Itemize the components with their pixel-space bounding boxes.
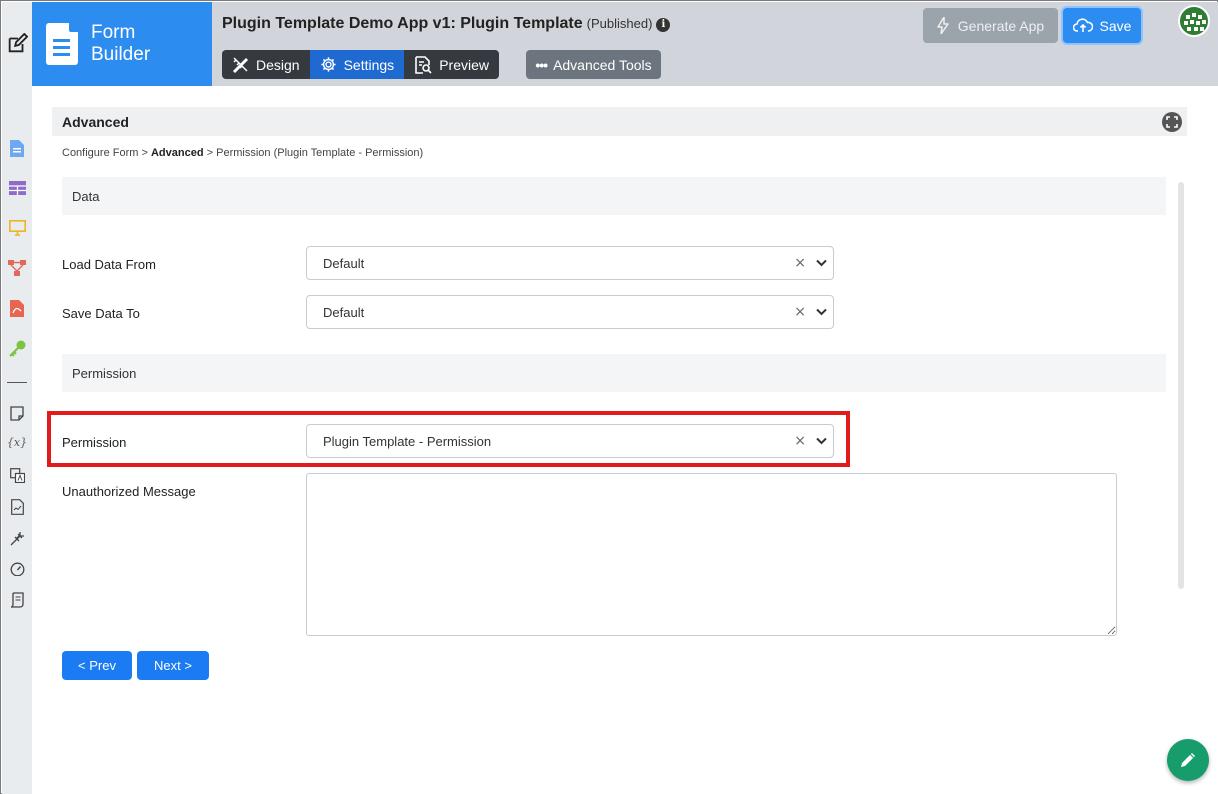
document-icon [46,23,78,65]
tab-design-label: Design [256,56,300,73]
variable-icon[interactable]: {x} [7,433,27,451]
breadcrumb-configure-form[interactable]: Configure Form [62,147,138,159]
chevron-down-icon[interactable] [816,259,827,267]
breadcrumb-permission: Permission (Plugin Template - Permission… [216,147,424,159]
report-icon[interactable] [8,498,26,516]
cloud-upload-icon [1072,18,1093,32]
form-icon[interactable] [8,139,26,157]
chevron-down-icon[interactable] [816,308,827,316]
app-title-text: Plugin Template Demo App v1: Plugin Temp… [222,15,583,32]
brand-line-1: Form [91,22,136,43]
note-icon[interactable] [8,404,26,422]
translate-icon[interactable] [8,466,26,484]
edit-fab-button[interactable] [1167,739,1209,781]
left-rail: {x} [2,2,32,794]
generate-app-label: Generate App [957,17,1045,34]
generate-app-button[interactable]: Generate App [923,8,1058,43]
tab-settings[interactable]: Settings [309,50,405,79]
unauthorized-message-label: Unauthorized Message [62,484,196,499]
pencil-icon [1181,753,1195,767]
app-window: {x} Form Builder Plugin Template Demo Ap… [0,0,1218,794]
more-dots-icon: ••• [535,56,548,73]
bolt-icon [937,17,949,34]
form-builder-brand: Form Builder [32,2,212,86]
advanced-tools-button[interactable]: ••• Advanced Tools [526,50,661,79]
process-icon[interactable] [8,259,26,277]
info-icon[interactable]: i [656,18,671,32]
breadcrumb-advanced[interactable]: Advanced [151,147,204,159]
tab-design[interactable]: Design [222,50,310,79]
permission-select[interactable]: Plugin Template - Permission × [306,424,834,458]
plugin-icon[interactable] [8,529,26,547]
permission-value: Plugin Template - Permission [323,434,492,449]
save-label: Save [1099,17,1132,34]
view-tabs: Design Settings Preview [222,50,499,79]
tab-settings-label: Settings [343,56,395,73]
performance-icon[interactable] [8,560,26,578]
key-icon[interactable] [8,339,26,357]
main-panel: Advanced Configure Form > Advanced > Per… [32,86,1218,794]
brand-line-2: Builder [91,44,151,65]
tab-preview-label: Preview [439,56,489,73]
tab-preview[interactable]: Preview [404,50,499,79]
ui-icon[interactable] [8,219,26,237]
advanced-tools-label: Advanced Tools [553,56,652,73]
panel-header: Advanced [52,107,1187,136]
save-data-to-select[interactable]: Default × [306,295,834,329]
unauthorized-message-textarea[interactable] [306,473,1117,636]
panel-title: Advanced [62,114,129,130]
breadcrumb: Configure Form > Advanced > Permission (… [62,147,423,159]
permission-label: Permission [62,435,127,450]
chevron-down-icon[interactable] [816,437,827,445]
load-data-from-label: Load Data From [62,257,156,272]
gear-icon [321,57,336,72]
load-data-from-value: Default [323,256,365,271]
save-data-to-label: Save Data To [62,306,140,321]
rail-divider [7,382,27,383]
fullscreen-icon[interactable] [1162,112,1182,132]
top-bar: Plugin Template Demo App v1: Plugin Temp… [212,2,1218,86]
clear-icon[interactable]: × [794,255,806,271]
save-button[interactable]: Save [1063,8,1141,43]
script-icon[interactable] [8,591,26,609]
section-permission: Permission [62,354,1166,392]
preview-icon [415,55,432,74]
scrollbar[interactable] [1178,182,1184,589]
table-icon[interactable] [8,179,26,197]
next-button[interactable]: Next > [137,651,209,680]
pdf-icon[interactable] [8,299,26,317]
load-data-from-select[interactable]: Default × [306,246,834,280]
prev-button[interactable]: < Prev [62,651,132,680]
section-data: Data [62,177,1166,215]
app-title: Plugin Template Demo App v1: Plugin Temp… [222,15,671,33]
published-status: (Published) [586,16,653,31]
breadcrumb-separator: > [141,147,148,159]
save-data-to-value: Default [323,305,365,320]
pencil-ruler-icon [232,57,249,73]
breadcrumb-separator: > [206,147,214,159]
edit-icon[interactable] [2,2,32,86]
clear-icon[interactable]: × [794,433,806,449]
clear-icon[interactable]: × [794,304,806,320]
avatar[interactable] [1178,5,1210,37]
